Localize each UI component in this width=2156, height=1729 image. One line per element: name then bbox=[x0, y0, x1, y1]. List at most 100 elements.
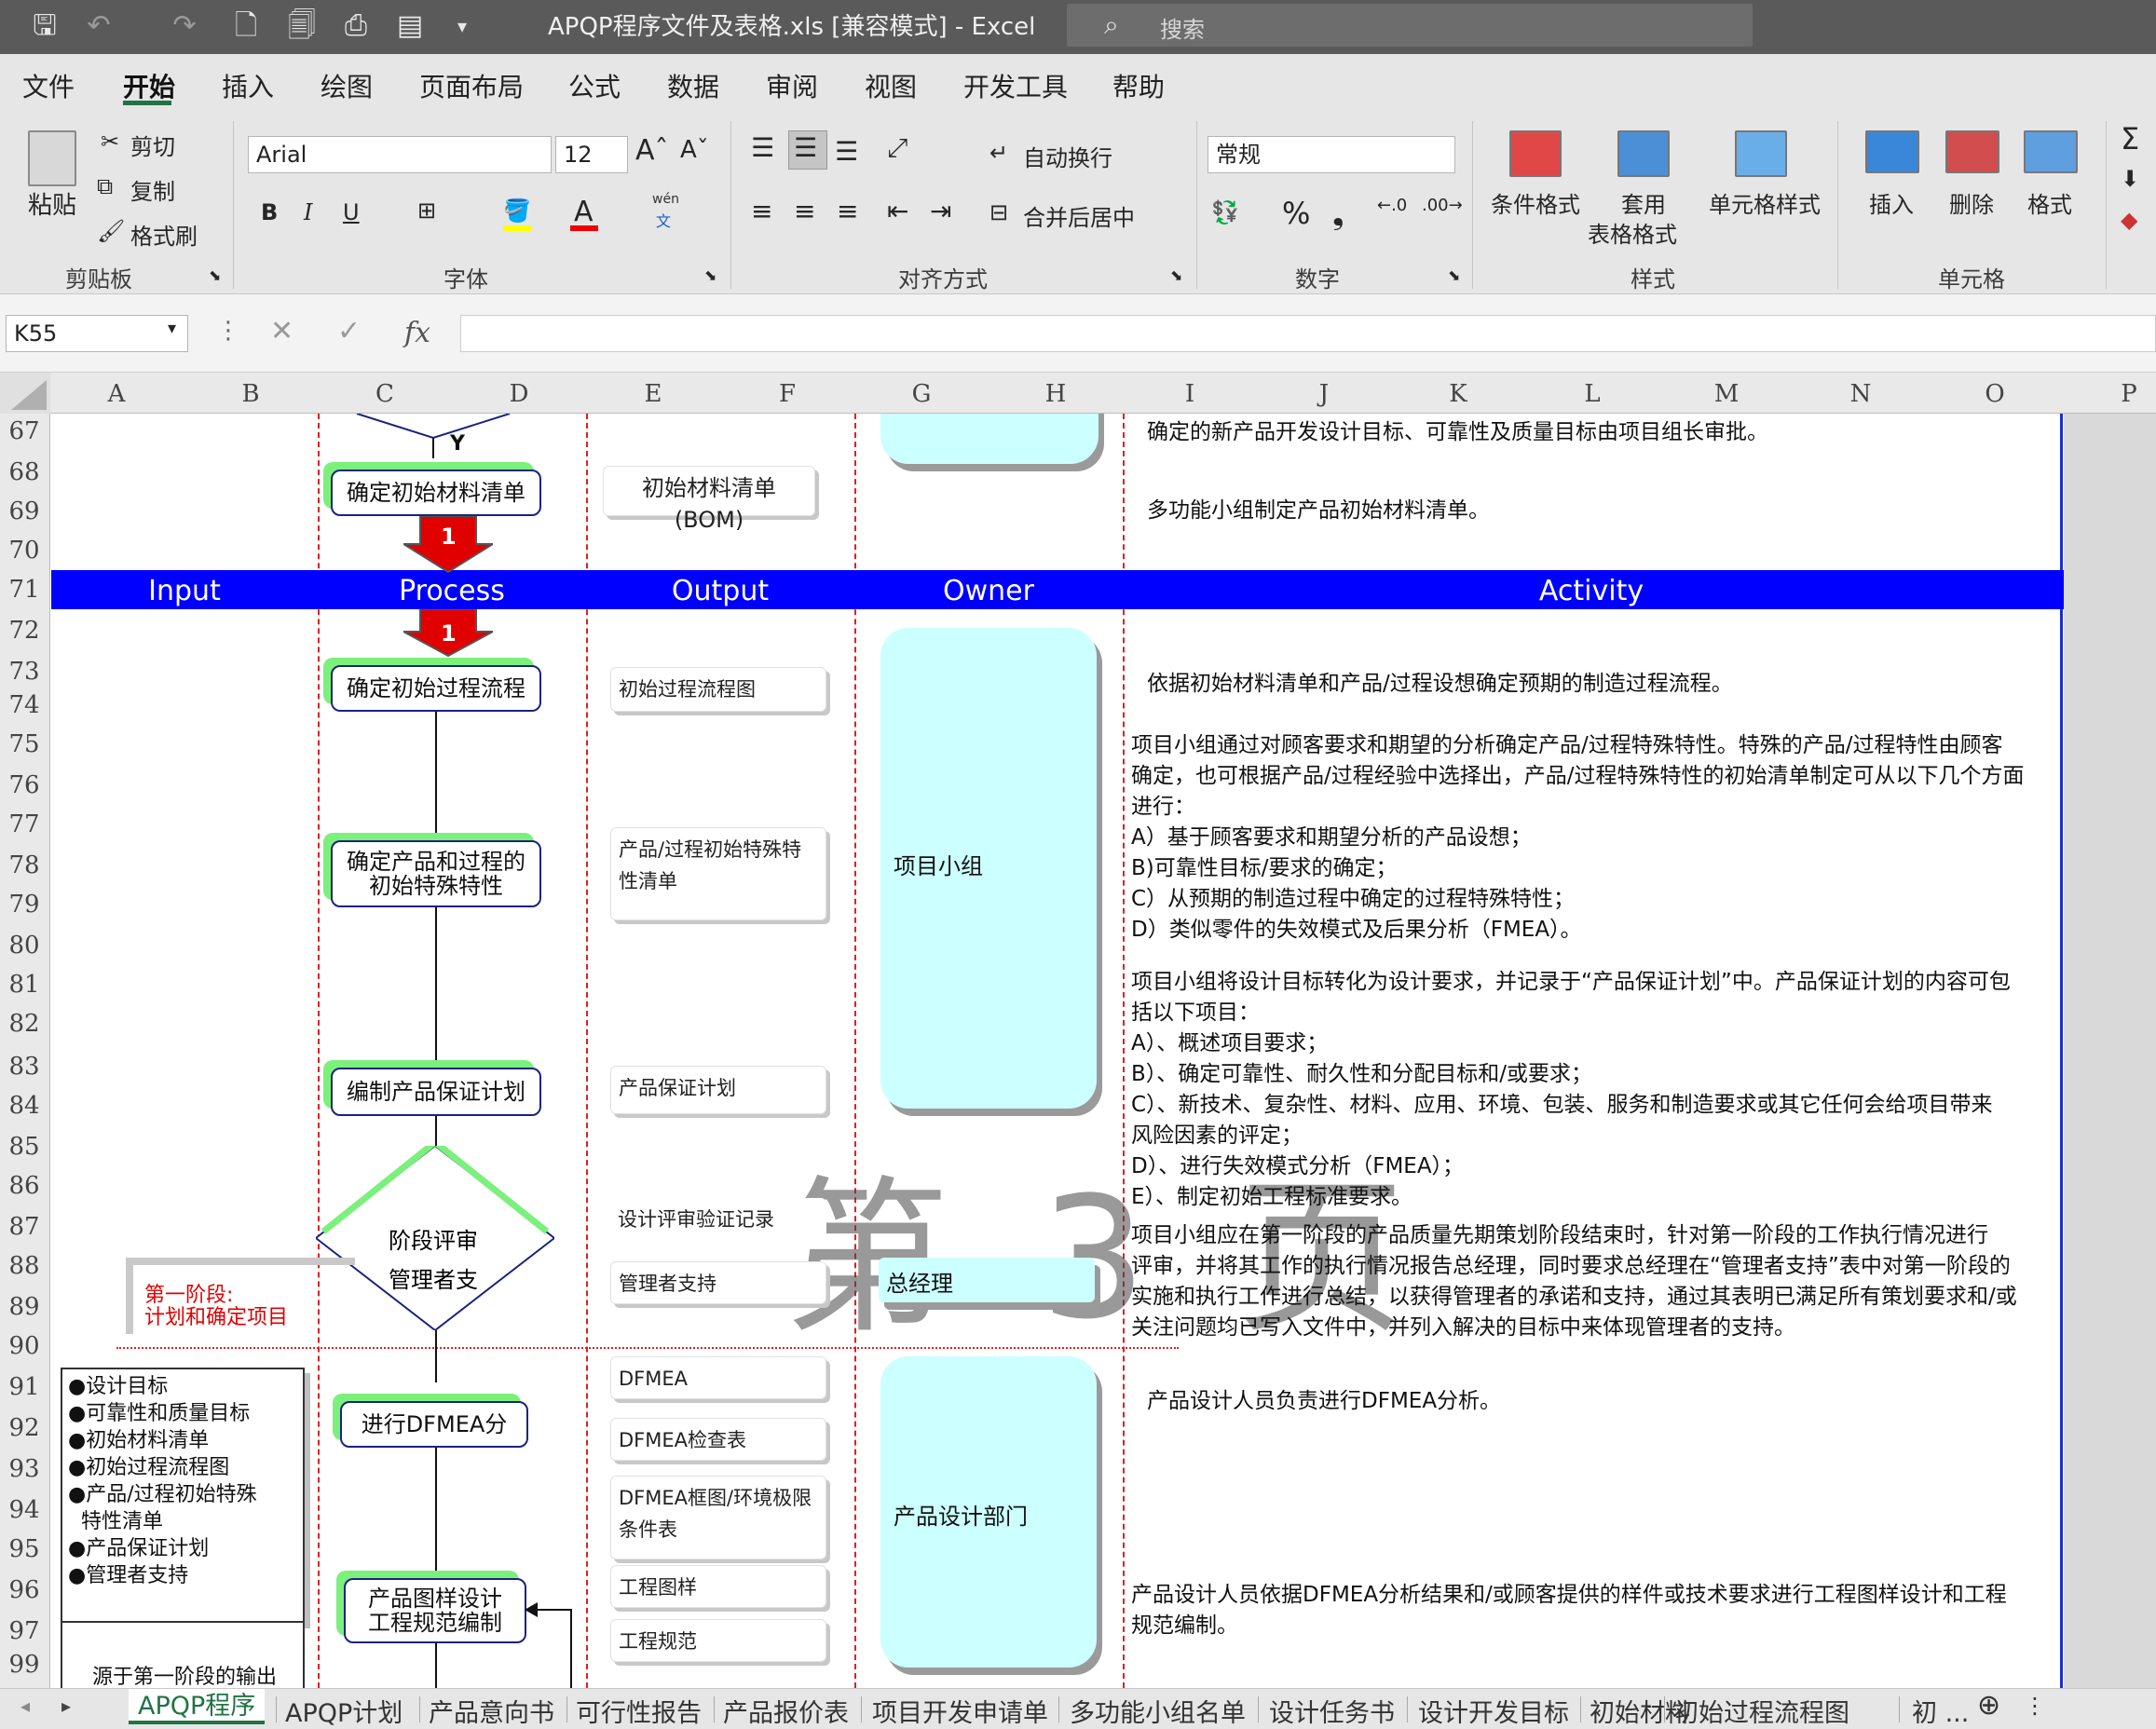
bold-button[interactable]: B bbox=[261, 199, 278, 225]
format-table-button-line2[interactable]: 表格格式 bbox=[1588, 216, 1677, 249]
tab-data[interactable]: 数据 bbox=[667, 67, 719, 104]
row-header[interactable]: 86 bbox=[0, 1172, 48, 1200]
row-header[interactable]: 82 bbox=[0, 1010, 48, 1038]
chevron-down-icon[interactable]: ▾ bbox=[168, 319, 176, 338]
col-header-a[interactable]: A bbox=[98, 380, 135, 408]
sheet-tab[interactable]: 多功能小组名单 bbox=[1070, 1693, 1246, 1729]
tab-review[interactable]: 审阅 bbox=[766, 67, 818, 104]
save-icon[interactable]: 🖫 bbox=[28, 9, 61, 43]
sheet-tab[interactable]: 产品意向书 bbox=[429, 1693, 554, 1729]
delete-cells-icon[interactable] bbox=[1945, 130, 1999, 173]
row-header[interactable]: 94 bbox=[0, 1496, 48, 1524]
row-header[interactable]: 77 bbox=[0, 810, 48, 838]
col-header-n[interactable]: N bbox=[1842, 380, 1879, 408]
row-header[interactable]: 67 bbox=[0, 417, 48, 445]
increase-indent-icon[interactable]: ⇥ bbox=[930, 196, 951, 226]
cell-styles-button[interactable]: 单元格样式 bbox=[1709, 186, 1821, 219]
col-header-m[interactable]: M bbox=[1708, 380, 1745, 408]
percent-icon[interactable]: % bbox=[1282, 196, 1310, 231]
clear-icon[interactable]: ◆ bbox=[2121, 207, 2137, 233]
row-header[interactable]: 71 bbox=[0, 576, 48, 604]
col-header-h[interactable]: H bbox=[1037, 380, 1074, 408]
row-header[interactable]: 97 bbox=[0, 1617, 48, 1645]
worksheet-grid[interactable]: Input Process Output Owner Activity 第 3 … bbox=[51, 414, 2064, 1688]
row-header[interactable]: 87 bbox=[0, 1213, 48, 1241]
merge-center-button[interactable]: 合并后居中 bbox=[1023, 199, 1135, 232]
row-header[interactable]: 99 bbox=[0, 1651, 48, 1679]
fill-icon[interactable]: ⬇ bbox=[2121, 166, 2139, 192]
comma-icon[interactable]: ❟ bbox=[1332, 196, 1344, 232]
format-cells-icon[interactable] bbox=[2024, 130, 2078, 173]
autosum-icon[interactable]: Σ bbox=[2121, 121, 2139, 157]
grow-font-icon[interactable]: Aˆ bbox=[635, 134, 669, 167]
align-center-icon[interactable]: ≡ bbox=[794, 196, 815, 226]
col-header-o[interactable]: O bbox=[1976, 380, 2013, 408]
row-header[interactable]: 88 bbox=[0, 1252, 48, 1280]
col-header-i[interactable]: I bbox=[1171, 380, 1208, 408]
format-cells-button[interactable]: 格式 bbox=[2027, 186, 2072, 219]
orientation-icon[interactable]: ⤢ bbox=[887, 132, 907, 164]
process-initial-flow[interactable]: 确定初始过程流程 bbox=[331, 665, 541, 712]
process-assurance-plan[interactable]: 编制产品保证计划 bbox=[331, 1068, 541, 1116]
row-header[interactable]: 80 bbox=[0, 932, 48, 960]
delete-cells-button[interactable]: 删除 bbox=[1949, 186, 1994, 219]
sheet-tab[interactable]: 初 ... bbox=[1912, 1693, 1969, 1729]
sheet-tab[interactable]: 设计开发目标 bbox=[1418, 1693, 1569, 1729]
row-header[interactable]: 75 bbox=[0, 730, 48, 758]
process-dfmea[interactable]: 进行DFMEA分 bbox=[340, 1401, 528, 1448]
italic-button[interactable]: I bbox=[304, 199, 312, 225]
search-box[interactable]: ⌕ 搜索 bbox=[1067, 4, 1753, 47]
form-icon[interactable]: ▤ bbox=[393, 9, 427, 43]
row-header[interactable]: 85 bbox=[0, 1133, 48, 1161]
undo-icon[interactable]: ↶ bbox=[82, 9, 116, 43]
font-name-select[interactable]: Arial bbox=[248, 136, 552, 173]
row-header[interactable]: 72 bbox=[0, 617, 48, 645]
row-header[interactable]: 79 bbox=[0, 891, 48, 919]
tab-draw[interactable]: 绘图 bbox=[321, 67, 373, 104]
align-left-icon[interactable]: ≡ bbox=[751, 196, 772, 226]
row-header[interactable]: 95 bbox=[0, 1535, 48, 1563]
insert-function-icon[interactable]: fx bbox=[404, 317, 430, 349]
format-table-icon[interactable] bbox=[1617, 130, 1670, 177]
copy-button[interactable]: 复制 bbox=[130, 173, 175, 206]
decrease-decimal-icon[interactable]: .00→ bbox=[1422, 196, 1463, 215]
tab-file[interactable]: 文件 bbox=[22, 67, 75, 104]
align-bottom-icon[interactable]: ☰ bbox=[835, 136, 858, 167]
tab-scroll-right-icon[interactable]: ▸ bbox=[61, 1695, 71, 1717]
wrap-text-button[interactable]: 自动换行 bbox=[1023, 140, 1112, 172]
sheet-tab-apqp-procedure[interactable]: APQP程序 bbox=[129, 1689, 266, 1724]
insert-cells-icon[interactable] bbox=[1865, 130, 1919, 173]
tab-insert[interactable]: 插入 bbox=[222, 67, 274, 104]
format-table-button-line1[interactable]: 套用 bbox=[1621, 186, 1666, 219]
accounting-icon[interactable]: 💱 bbox=[1211, 199, 1239, 225]
borders-icon[interactable]: ⊞ bbox=[417, 197, 436, 224]
add-sheet-icon[interactable]: ⊕ bbox=[1977, 1689, 2000, 1722]
row-header[interactable]: 76 bbox=[0, 771, 48, 799]
row-header[interactable]: 70 bbox=[0, 537, 48, 565]
tab-developer[interactable]: 开发工具 bbox=[963, 67, 1068, 104]
paste-button[interactable]: 粘贴 bbox=[28, 186, 76, 221]
tab-scroll-left-icon[interactable]: ◂ bbox=[20, 1695, 30, 1717]
sheet-tab[interactable]: APQP计划 bbox=[285, 1693, 403, 1729]
row-header[interactable]: 84 bbox=[0, 1092, 48, 1120]
tab-home[interactable]: 开始 bbox=[123, 67, 175, 104]
row-header[interactable]: 96 bbox=[0, 1576, 48, 1604]
cancel-icon[interactable]: ✕ bbox=[270, 315, 293, 347]
tab-formulas[interactable]: 公式 bbox=[568, 67, 621, 104]
new-file-icon[interactable]: 🗋 bbox=[229, 9, 263, 43]
row-header[interactable]: 73 bbox=[0, 658, 48, 686]
font-launcher-icon[interactable]: ⬊ bbox=[704, 266, 716, 284]
process-drawings[interactable]: 产品图样设计 工程规范编制 bbox=[344, 1578, 526, 1643]
phonetic-button[interactable]: 文 bbox=[656, 209, 671, 231]
col-header-d[interactable]: D bbox=[500, 380, 538, 408]
fill-color-icon[interactable]: 🪣 bbox=[503, 197, 531, 224]
number-format-select[interactable]: 常规 bbox=[1208, 136, 1455, 173]
font-color-icon[interactable]: A bbox=[574, 196, 594, 228]
cell-styles-icon[interactable] bbox=[1735, 130, 1787, 177]
insert-cells-button[interactable]: 插入 bbox=[1869, 186, 1914, 219]
col-header-p[interactable]: P bbox=[2110, 380, 2148, 408]
sheet-tab[interactable]: 项目开发申请单 bbox=[872, 1693, 1048, 1729]
row-header[interactable]: 89 bbox=[0, 1293, 48, 1321]
font-size-select[interactable]: 12 bbox=[555, 136, 628, 173]
row-header[interactable]: 74 bbox=[0, 691, 48, 719]
